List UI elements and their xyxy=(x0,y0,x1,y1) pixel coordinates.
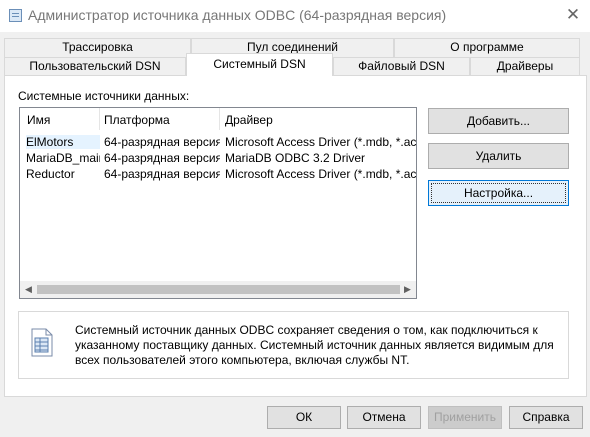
dsn-platform: 64-разрядная версия xyxy=(104,151,220,165)
dsn-name: ElMotors xyxy=(26,135,100,149)
cancel-button[interactable]: Отмена xyxy=(347,406,421,429)
odbc-app-icon xyxy=(9,9,22,22)
dsn-name: Reductor xyxy=(26,167,75,181)
dsn-driver: Microsoft Access Driver (*.mdb, *.accdb) xyxy=(225,135,417,149)
add-button[interactable]: Добавить... xyxy=(428,108,569,134)
window-title: Администратор источника данных ODBC (64-… xyxy=(28,7,447,23)
tab-tracing[interactable]: Трассировка xyxy=(4,38,191,57)
list-item[interactable]: MariaDB_main 64-разрядная версия MariaDB… xyxy=(20,150,416,166)
tab-label: Файловый DSN xyxy=(358,59,445,73)
ok-button[interactable]: ОК xyxy=(267,406,341,429)
tab-label: Трассировка xyxy=(62,40,133,54)
chevron-right-icon: ▶ xyxy=(404,284,411,294)
column-header-driver[interactable]: Драйвер xyxy=(225,113,273,127)
data-sources-list[interactable]: Имя Платформа Драйвер ElMotors 64-разряд… xyxy=(19,107,417,299)
tab-label: Пул соединений xyxy=(247,40,338,54)
column-header-name[interactable]: Имя xyxy=(27,113,50,127)
database-info-icon xyxy=(31,328,53,357)
list-item[interactable]: Reductor 64-разрядная версия Microsoft A… xyxy=(20,166,416,182)
scrollbar-thumb[interactable] xyxy=(37,285,400,294)
tab-about[interactable]: О программе xyxy=(394,38,580,57)
apply-button[interactable]: Применить xyxy=(428,406,502,429)
list-header: Имя Платформа Драйвер xyxy=(20,108,416,130)
chevron-left-icon: ◀ xyxy=(25,284,32,294)
column-divider[interactable] xyxy=(219,108,220,130)
tab-label: Пользовательский DSN xyxy=(29,59,161,73)
remove-button[interactable]: Удалить xyxy=(428,143,569,169)
tab-label: Системный DSN xyxy=(213,57,306,71)
help-button[interactable]: Справка xyxy=(509,406,583,429)
horizontal-scrollbar[interactable]: ◀ ▶ xyxy=(20,281,416,298)
tab-label: О программе xyxy=(450,40,524,54)
dsn-driver: Microsoft Access Driver (*.mdb, *.accdb) xyxy=(225,167,417,181)
scroll-right-button[interactable]: ▶ xyxy=(399,281,416,298)
info-box: Системный источник данных ODBC сохраняет… xyxy=(18,311,569,379)
close-button[interactable]: ✕ xyxy=(556,0,590,32)
close-icon: ✕ xyxy=(565,5,581,24)
tab-label: Драйверы xyxy=(496,59,554,73)
dsn-driver: MariaDB ODBC 3.2 Driver xyxy=(225,151,366,165)
tab-user-dsn[interactable]: Пользовательский DSN xyxy=(4,57,186,76)
list-item[interactable]: ElMotors 64-разрядная версия Microsoft A… xyxy=(20,134,416,150)
column-header-platform[interactable]: Платформа xyxy=(104,113,170,127)
tab-drivers[interactable]: Драйверы xyxy=(470,57,580,76)
info-text: Системный источник данных ODBC сохраняет… xyxy=(75,323,554,367)
section-label: Системные источники данных: xyxy=(18,89,190,103)
scroll-left-button[interactable]: ◀ xyxy=(20,281,37,298)
title-bar: Администратор источника данных ODBC (64-… xyxy=(0,0,590,32)
dsn-name: MariaDB_main xyxy=(26,151,100,165)
tab-system-dsn[interactable]: Системный DSN xyxy=(186,53,333,76)
tab-file-dsn[interactable]: Файловый DSN xyxy=(333,57,470,76)
dsn-platform: 64-разрядная версия xyxy=(104,135,220,149)
configure-button[interactable]: Настройка... xyxy=(428,180,569,206)
dsn-platform: 64-разрядная версия xyxy=(104,167,220,181)
column-divider[interactable] xyxy=(99,108,100,130)
